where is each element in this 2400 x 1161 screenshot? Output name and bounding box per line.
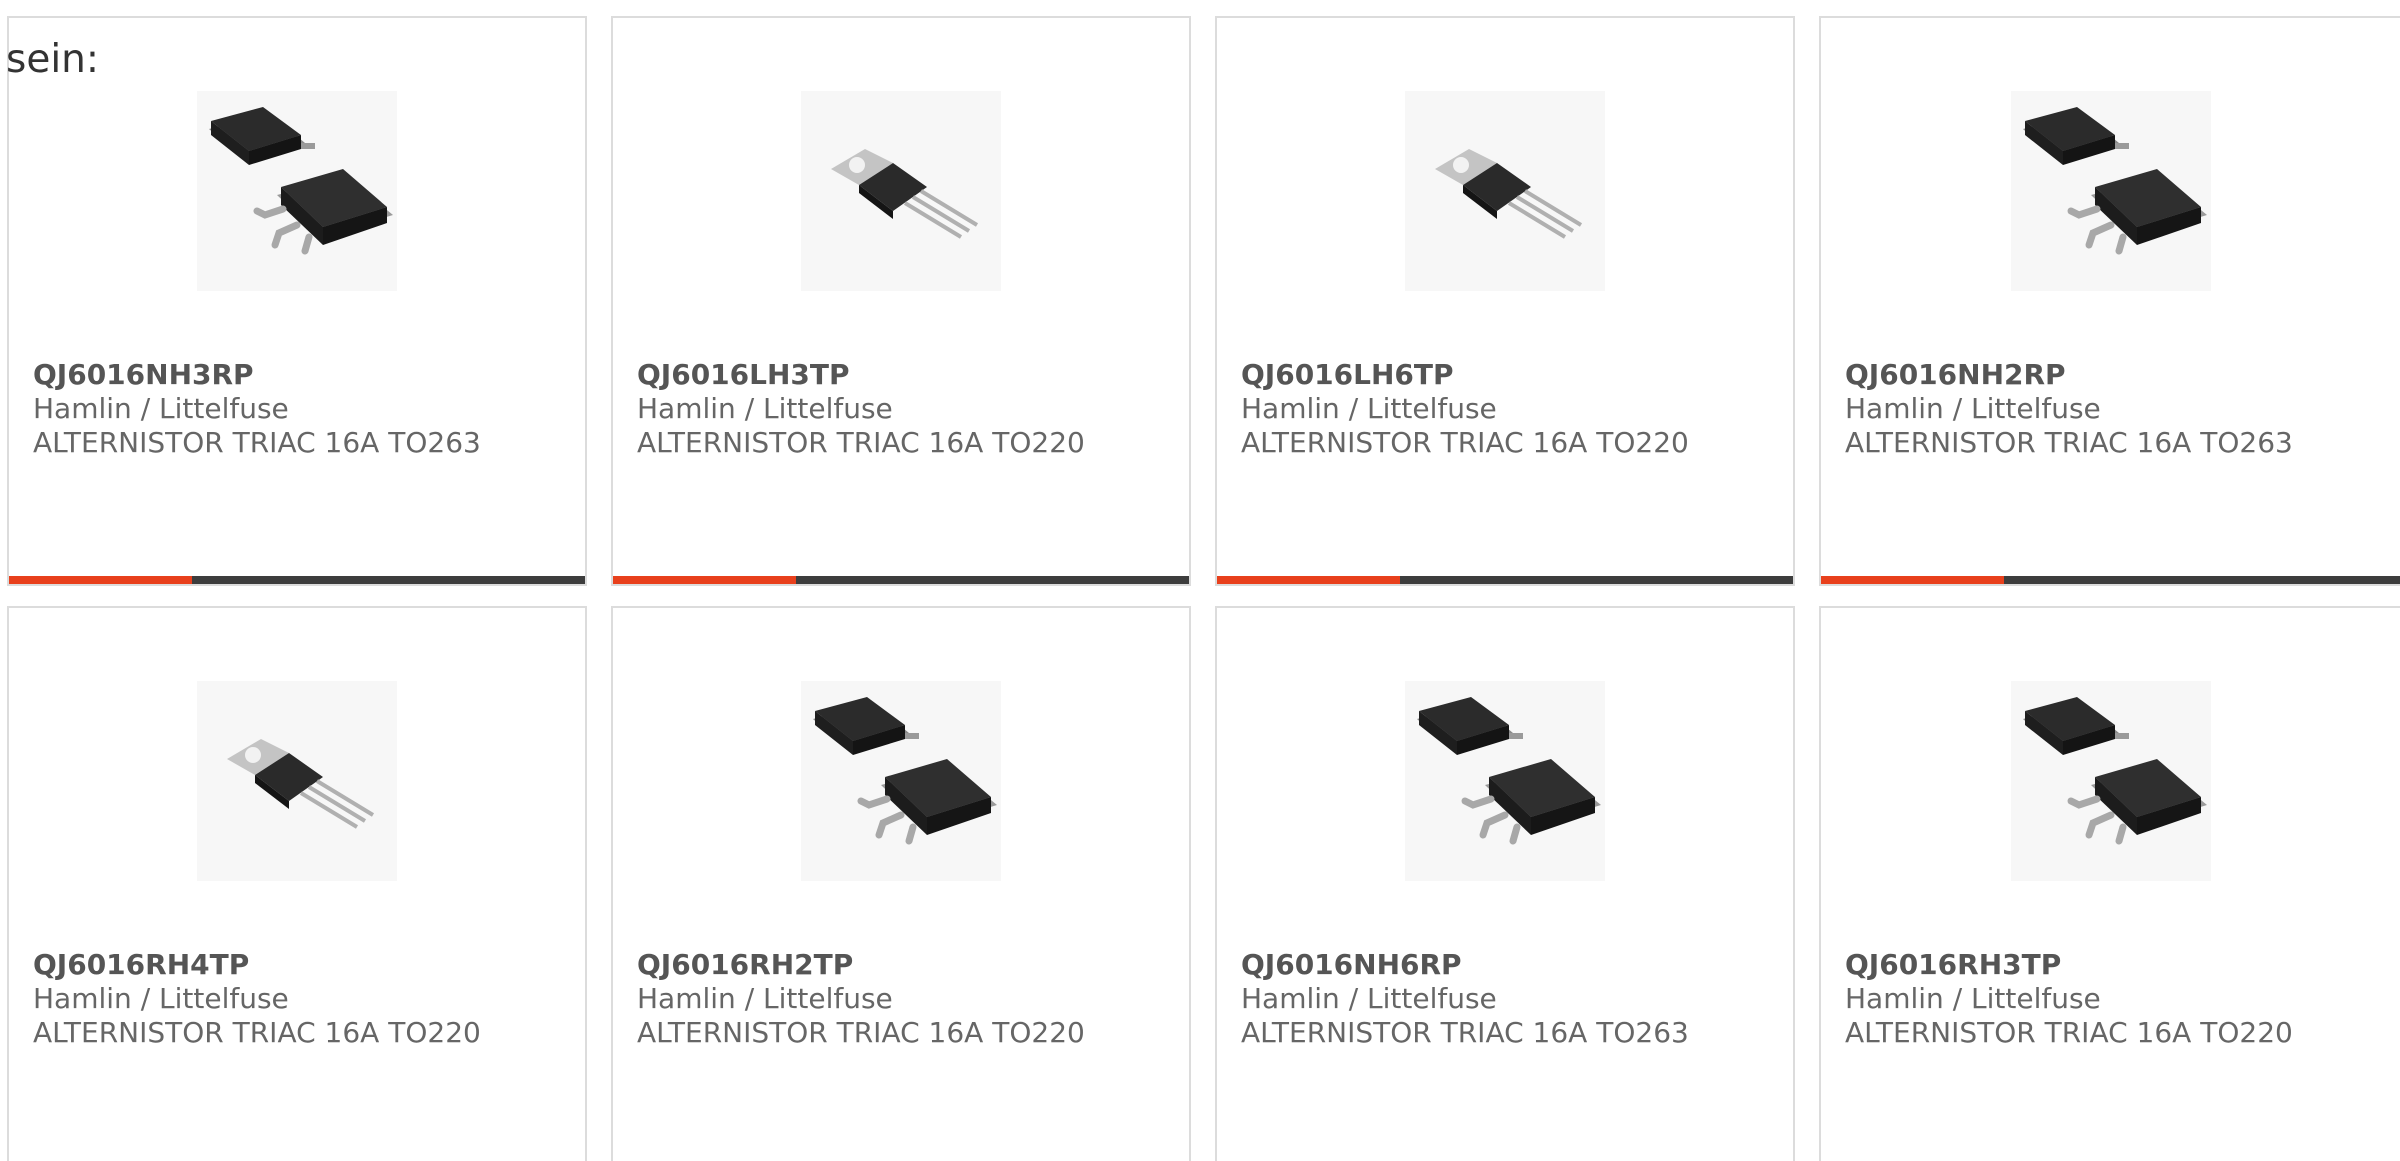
card-footer-bar (9, 576, 585, 584)
product-manufacturer: Hamlin / Littelfuse (33, 982, 289, 1015)
product-part-number[interactable]: QJ6016NH2RP (1845, 358, 2397, 392)
product-image-to220 (197, 681, 397, 881)
product-card[interactable]: QJ6016RH3TP Hamlin / Littelfuse ALTERNIS… (1819, 606, 2400, 1161)
product-info: QJ6016RH3TP Hamlin / Littelfuse ALTERNIS… (1845, 948, 2397, 1050)
product-manufacturer: Hamlin / Littelfuse (637, 982, 893, 1015)
product-card[interactable]: QJ6016NH3RP Hamlin / Littelfuse ALTERNIS… (7, 16, 587, 586)
product-description: ALTERNISTOR TRIAC 16A TO220 (637, 426, 1085, 459)
product-part-number[interactable]: QJ6016NH3RP (33, 358, 575, 392)
card-accent-bar (1217, 576, 1400, 584)
product-info: QJ6016NH2RP Hamlin / Littelfuse ALTERNIS… (1845, 358, 2397, 460)
product-description: ALTERNISTOR TRIAC 16A TO263 (1241, 1016, 1689, 1049)
card-footer-bar (1821, 576, 2400, 584)
product-image-to263 (2011, 681, 2211, 881)
product-card[interactable]: QJ6016RH2TP Hamlin / Littelfuse ALTERNIS… (611, 606, 1191, 1161)
card-accent-bar (9, 576, 192, 584)
product-info: QJ6016RH4TP Hamlin / Littelfuse ALTERNIS… (33, 948, 575, 1050)
product-card[interactable]: QJ6016LH3TP Hamlin / Littelfuse ALTERNIS… (611, 16, 1191, 586)
card-footer-bar (613, 576, 1189, 584)
product-manufacturer: Hamlin / Littelfuse (33, 392, 289, 425)
product-info: QJ6016LH3TP Hamlin / Littelfuse ALTERNIS… (637, 358, 1179, 460)
product-info: QJ6016NH3RP Hamlin / Littelfuse ALTERNIS… (33, 358, 575, 460)
product-card[interactable]: QJ6016NH6RP Hamlin / Littelfuse ALTERNIS… (1215, 606, 1795, 1161)
product-image-to263 (1405, 681, 1605, 881)
product-description: ALTERNISTOR TRIAC 16A TO220 (33, 1016, 481, 1049)
product-part-number[interactable]: QJ6016RH4TP (33, 948, 575, 982)
product-image-to263 (197, 91, 397, 291)
product-description: ALTERNISTOR TRIAC 16A TO220 (1845, 1016, 2293, 1049)
product-image-to220 (1405, 91, 1605, 291)
product-manufacturer: Hamlin / Littelfuse (1845, 982, 2101, 1015)
product-image-to263 (801, 681, 1001, 881)
product-card[interactable]: QJ6016LH6TP Hamlin / Littelfuse ALTERNIS… (1215, 16, 1795, 586)
product-part-number[interactable]: QJ6016NH6RP (1241, 948, 1783, 982)
product-description: ALTERNISTOR TRIAC 16A TO220 (1241, 426, 1689, 459)
product-info: QJ6016LH6TP Hamlin / Littelfuse ALTERNIS… (1241, 358, 1783, 460)
product-card[interactable]: QJ6016NH2RP Hamlin / Littelfuse ALTERNIS… (1819, 16, 2400, 586)
card-footer-bar (1217, 576, 1793, 584)
product-manufacturer: Hamlin / Littelfuse (1845, 392, 2101, 425)
product-image-to263 (2011, 91, 2211, 291)
card-accent-bar (1821, 576, 2004, 584)
product-grid-page: sein: QJ6016NH3RP Hamlin / Littelfuse AL… (0, 0, 2400, 1161)
product-description: ALTERNISTOR TRIAC 16A TO220 (637, 1016, 1085, 1049)
product-part-number[interactable]: QJ6016RH3TP (1845, 948, 2397, 982)
intro-text: sein: (6, 37, 100, 82)
product-image-to220 (801, 91, 1001, 291)
product-description: ALTERNISTOR TRIAC 16A TO263 (1845, 426, 2293, 459)
product-part-number[interactable]: QJ6016LH6TP (1241, 358, 1783, 392)
product-card[interactable]: QJ6016RH4TP Hamlin / Littelfuse ALTERNIS… (7, 606, 587, 1161)
product-info: QJ6016RH2TP Hamlin / Littelfuse ALTERNIS… (637, 948, 1179, 1050)
card-accent-bar (613, 576, 796, 584)
product-manufacturer: Hamlin / Littelfuse (1241, 982, 1497, 1015)
product-part-number[interactable]: QJ6016LH3TP (637, 358, 1179, 392)
product-part-number[interactable]: QJ6016RH2TP (637, 948, 1179, 982)
product-info: QJ6016NH6RP Hamlin / Littelfuse ALTERNIS… (1241, 948, 1783, 1050)
product-manufacturer: Hamlin / Littelfuse (637, 392, 893, 425)
product-description: ALTERNISTOR TRIAC 16A TO263 (33, 426, 481, 459)
product-manufacturer: Hamlin / Littelfuse (1241, 392, 1497, 425)
